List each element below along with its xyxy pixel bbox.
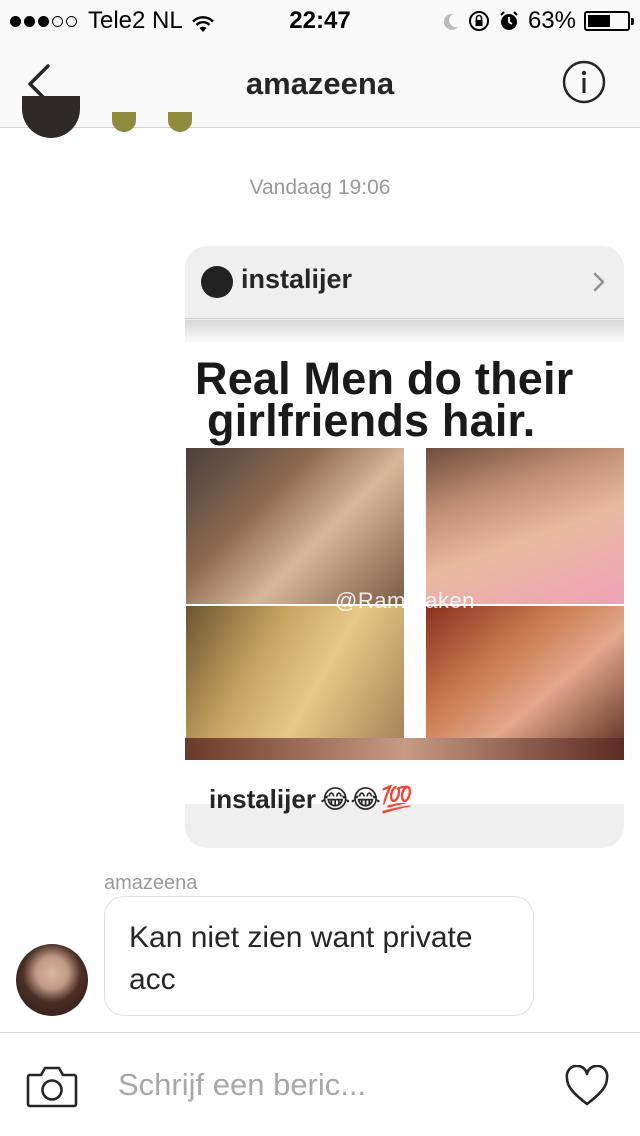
image-bottom-strip xyxy=(185,738,624,760)
message-timestamp: Vandaag 19:06 xyxy=(249,176,391,199)
avatar[interactable] xyxy=(16,944,88,1016)
caption-username: instalijer xyxy=(209,784,316,814)
photo-panel xyxy=(186,448,404,604)
divider xyxy=(185,318,624,319)
shared-post-header[interactable]: instalijer xyxy=(185,246,624,316)
info-icon xyxy=(562,60,606,104)
photo-panel xyxy=(426,606,624,738)
shared-post-card[interactable]: instalijer Real Men do their girlfriends… xyxy=(185,246,624,848)
alarm-icon xyxy=(498,10,520,32)
image-top-blur xyxy=(185,320,624,342)
photo-panel xyxy=(426,448,624,604)
previous-emoji-icon xyxy=(112,112,136,132)
status-bar: Tele2 NL 22:47 63% xyxy=(0,0,640,40)
photo-panel xyxy=(186,606,404,738)
battery-icon xyxy=(584,11,634,31)
conversation-title[interactable]: amazeena xyxy=(0,66,640,102)
message-input[interactable] xyxy=(118,1061,538,1109)
image-caption-line: girlfriends hair. xyxy=(207,395,536,446)
message-bubble[interactable]: Kan niet zien want private acc xyxy=(104,896,534,1016)
chevron-right-icon xyxy=(590,270,608,294)
image-watermark: @Ramkraken xyxy=(335,588,475,613)
caption-emojis: 😂😂💯 xyxy=(319,784,414,814)
sender-name: amazeena xyxy=(104,872,198,894)
like-button[interactable] xyxy=(564,1064,610,1107)
rotation-lock-icon xyxy=(468,10,490,32)
shared-post-image[interactable]: Real Men do their girlfriends hair. @Ram… xyxy=(185,320,624,804)
navigation-bar: amazeena xyxy=(0,40,640,128)
shared-post-avatar xyxy=(201,266,233,298)
camera-button[interactable] xyxy=(26,1063,78,1109)
moon-icon xyxy=(442,11,460,31)
previous-avatar xyxy=(22,96,80,138)
shared-post-caption: instalijer 😂😂💯 xyxy=(209,784,413,815)
battery-percent: 63% xyxy=(527,7,576,34)
shared-post-username[interactable]: instalijer xyxy=(241,264,352,295)
status-right: 63% xyxy=(434,7,634,35)
previous-emoji-icon xyxy=(168,112,192,132)
info-button[interactable] xyxy=(562,60,606,104)
message-composer xyxy=(0,1032,640,1136)
camera-icon xyxy=(26,1066,78,1108)
heart-icon xyxy=(565,1064,609,1106)
